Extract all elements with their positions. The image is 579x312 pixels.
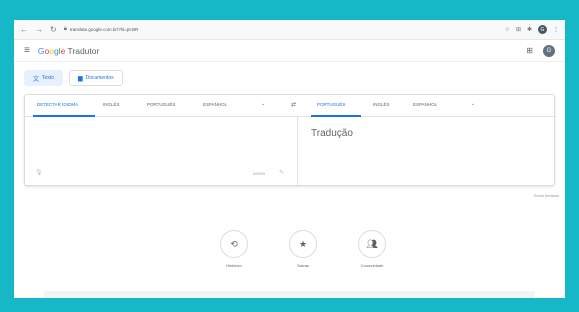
extension-icon[interactable]: ⊞ bbox=[516, 26, 521, 33]
bottom-actions: ⟲ Histórico ★ Salvas 👥︎ Comunidade bbox=[212, 230, 394, 268]
community-icon: 👥︎ bbox=[358, 230, 386, 258]
translator-card: DETECTAR IDIOMA INGLÊS PORTUGUÊS ESPANHO… bbox=[24, 94, 556, 187]
mode-text-button[interactable]: 文 Texto bbox=[24, 70, 63, 86]
target-lang-english[interactable]: INGLÊS bbox=[373, 102, 390, 107]
product-name: Tradutor bbox=[67, 45, 100, 56]
source-lang-spanish[interactable]: ESPANHOL bbox=[203, 102, 227, 107]
action-label: Salvas bbox=[296, 263, 309, 268]
target-lang-portuguese[interactable]: PORTUGUÊS bbox=[317, 102, 345, 107]
history-action[interactable]: ⟲ Histórico bbox=[212, 230, 256, 268]
mode-label: Documentos bbox=[85, 75, 114, 81]
community-action[interactable]: 👥︎ Comunidade bbox=[350, 230, 394, 268]
browser-address-bar: ← → ↻ 🔒︎ translate.google.com.br/?hl=pt-… bbox=[14, 20, 565, 40]
menu-icon[interactable]: ≡ bbox=[24, 45, 30, 56]
brand-logo[interactable]: Google Tradutor bbox=[38, 46, 99, 56]
saved-action[interactable]: ★ Salvas bbox=[281, 230, 325, 268]
source-more-chevron-icon[interactable]: ⌄ bbox=[261, 101, 265, 107]
source-lang-portuguese[interactable]: PORTUGUÊS bbox=[147, 102, 175, 107]
source-active-indicator bbox=[33, 115, 95, 117]
target-more-chevron-icon[interactable]: ⌄ bbox=[471, 101, 475, 107]
star-bookmark-icon[interactable]: ☆ bbox=[505, 26, 510, 33]
back-icon[interactable]: ← bbox=[20, 25, 28, 34]
translate-icon: 文 bbox=[33, 76, 40, 83]
handwriting-icon[interactable]: ✎ bbox=[279, 169, 284, 176]
star-icon: ★ bbox=[289, 230, 317, 258]
source-lang-english[interactable]: INGLÊS bbox=[103, 102, 120, 107]
bottom-strip bbox=[44, 291, 535, 298]
source-lang-detect[interactable]: DETECTAR IDIOMA bbox=[37, 102, 78, 107]
history-icon: ⟲ bbox=[220, 230, 248, 258]
lock-icon: 🔒︎ bbox=[63, 26, 67, 32]
mode-tabs: 文 Texto ▆ Documentos bbox=[24, 70, 123, 86]
character-counter: 0/5000 bbox=[253, 171, 266, 176]
translation-output: Tradução bbox=[311, 128, 353, 139]
feedback-link[interactable]: Enviar feedback bbox=[534, 194, 559, 198]
forward-icon[interactable]: → bbox=[35, 25, 43, 34]
target-lang-spanish[interactable]: ESPANHOL bbox=[413, 102, 437, 107]
app-header: ≡ Google Tradutor ⊞ G bbox=[14, 40, 565, 62]
mode-label: Texto bbox=[42, 75, 54, 81]
url-field[interactable]: translate.google.com.br/?hl=pt-BR bbox=[70, 27, 505, 32]
puzzle-icon[interactable]: ✱ bbox=[527, 26, 532, 33]
microphone-icon[interactable]: 🎙︎ bbox=[35, 169, 43, 176]
target-active-indicator bbox=[311, 115, 361, 117]
swap-languages-icon[interactable]: ⇄ bbox=[291, 101, 296, 108]
profile-avatar[interactable]: G bbox=[538, 25, 547, 34]
mode-documents-button[interactable]: ▆ Documentos bbox=[68, 70, 123, 86]
panel-divider bbox=[297, 117, 298, 187]
logo-letter: e bbox=[60, 45, 66, 56]
action-label: Comunidade bbox=[360, 263, 384, 268]
document-icon: ▆ bbox=[77, 75, 83, 82]
more-vert-icon[interactable]: ⋮ bbox=[553, 26, 559, 33]
action-label: Histórico bbox=[226, 263, 242, 268]
account-avatar[interactable]: G bbox=[543, 44, 555, 57]
apps-grid-icon[interactable]: ⊞ bbox=[526, 46, 533, 55]
reload-icon[interactable]: ↻ bbox=[50, 25, 57, 34]
language-bar: DETECTAR IDIOMA INGLÊS PORTUGUÊS ESPANHO… bbox=[25, 95, 556, 117]
